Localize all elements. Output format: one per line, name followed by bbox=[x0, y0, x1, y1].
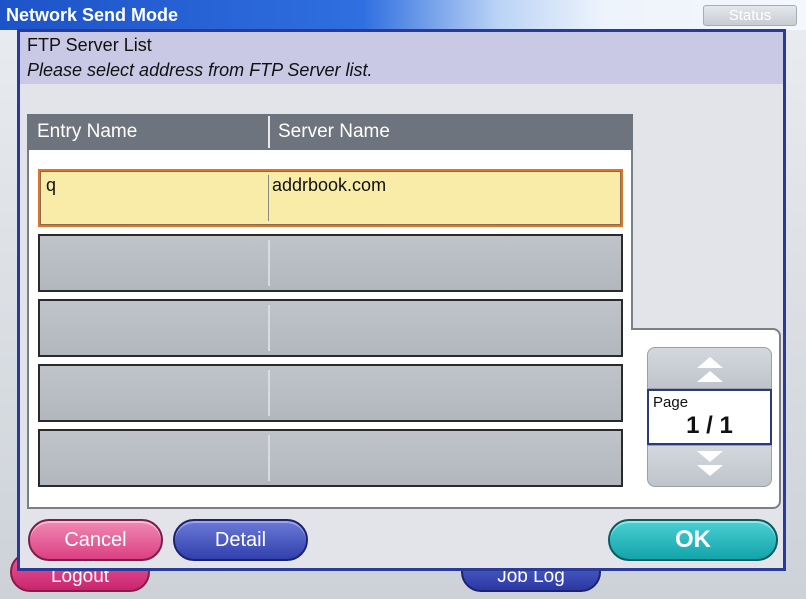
column-divider bbox=[268, 116, 270, 148]
list-row-selected[interactable]: q addrbook.com bbox=[38, 169, 623, 227]
ok-button[interactable]: OK bbox=[608, 519, 778, 561]
list-header: Entry Name Server Name bbox=[27, 114, 633, 150]
page-label: Page bbox=[653, 394, 689, 411]
column-header-server-name: Server Name bbox=[278, 121, 390, 142]
title-bar: Network Send Mode Status bbox=[0, 0, 806, 30]
ftp-server-list-dialog: FTP Server List Please select address fr… bbox=[17, 29, 786, 571]
page-navigator: Page 1 / 1 bbox=[647, 347, 772, 487]
list-row-empty[interactable] bbox=[38, 299, 623, 357]
column-header-entry-name: Entry Name bbox=[37, 121, 138, 142]
page-down-button[interactable] bbox=[647, 445, 772, 487]
list-row-empty[interactable] bbox=[38, 429, 623, 487]
page-up-button[interactable] bbox=[647, 347, 772, 389]
page-indicator: Page 1 / 1 bbox=[647, 389, 772, 445]
app-title: Network Send Mode bbox=[6, 5, 179, 25]
list-row-empty[interactable] bbox=[38, 234, 623, 292]
page-number: 1 / 1 bbox=[686, 412, 733, 439]
dialog-subtitle: Please select address from FTP Server li… bbox=[27, 60, 373, 80]
dialog-header: FTP Server List Please select address fr… bbox=[20, 32, 783, 84]
server-name-cell: addrbook.com bbox=[272, 175, 387, 195]
cancel-button[interactable]: Cancel bbox=[28, 519, 163, 561]
dialog-title: FTP Server List bbox=[27, 35, 152, 55]
detail-button[interactable]: Detail bbox=[173, 519, 308, 561]
status-button[interactable]: Status bbox=[703, 5, 797, 26]
entry-name-cell: q bbox=[46, 175, 57, 195]
list-row-empty[interactable] bbox=[38, 364, 623, 422]
